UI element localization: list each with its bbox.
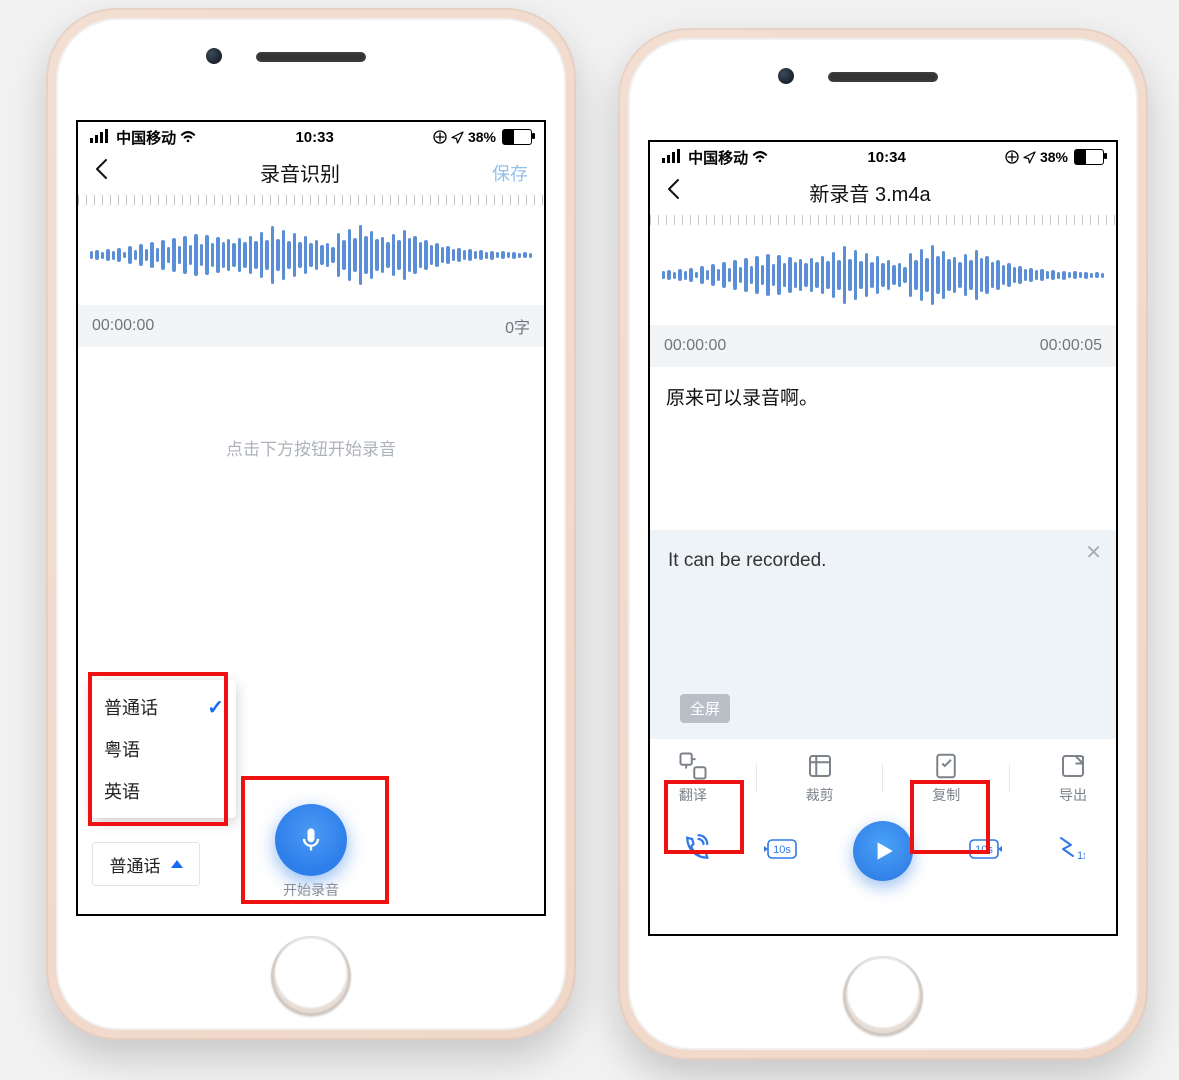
battery-percent: 38% [468,129,496,145]
battery-icon [1074,149,1104,165]
language-option-english[interactable]: 英语 [104,770,224,812]
language-selected-label: 普通话 [110,852,161,877]
carrier-label: 中国移动 [116,130,176,147]
phone-icon [681,834,711,864]
location-icon [1023,151,1036,164]
start-prompt: 点击下方按钮开始录音 [226,435,396,460]
close-icon[interactable]: ✕ [1085,540,1102,565]
language-option-label: 粤语 [104,736,140,762]
speed-icon: 1x [1055,835,1085,863]
translate-icon [678,751,708,781]
status-bar: 中国移动 10:33 38% [78,122,544,152]
nav-bar: 新录音 3.m4a [650,172,1116,215]
nav-bar: 录音识别 保存 [78,152,544,195]
time-ruler [650,215,1116,225]
phone-camera [778,68,794,84]
carrier-label: 中国移动 [688,150,748,167]
fullscreen-button[interactable]: 全屏 [680,694,730,723]
app-screen-record: 中国移动 10:33 38% 录音识别 保 [76,120,546,916]
wifi-icon [752,150,768,167]
rewind-10-button[interactable]: 10s [762,835,802,868]
call-play-button[interactable] [681,834,711,869]
info-bar: 00:00:00 00:00:05 [650,325,1116,367]
battery-percent: 38% [1040,149,1068,165]
forward-10-button[interactable]: 10s [964,835,1004,868]
export-icon [1058,751,1088,781]
status-right: 38% [433,129,532,145]
signal-icon [90,129,108,143]
transcript-text: 原来可以录音啊。 [650,367,1116,410]
tool-translate[interactable]: 翻译 [678,751,708,805]
battery-icon [502,129,532,145]
svg-text:10s: 10s [773,844,791,856]
home-button[interactable] [843,956,923,1036]
phone-camera [206,48,222,64]
tool-label: 翻译 [679,785,707,805]
language-option-cantonese[interactable]: 粤语 [104,728,224,770]
language-popup[interactable]: 普通话 ✓ 粤语 英语 [92,680,236,818]
record-button-label: 开始录音 [283,880,339,900]
elapsed-time: 00:00:00 [92,317,154,335]
duration: 00:00:05 [1040,337,1102,355]
tool-copy[interactable]: 复制 [931,751,961,805]
location-icon [451,131,464,144]
play-button[interactable] [853,821,913,881]
forward-icon: 10s [964,835,1004,863]
waveform [650,225,1116,325]
record-button[interactable] [275,804,347,876]
microphone-icon [297,826,325,854]
language-option-label: 普通话 [104,694,158,720]
svg-text:10s: 10s [975,844,993,856]
phone-speaker [256,52,366,62]
check-icon: ✓ [207,695,224,720]
phone-speaker [828,72,938,82]
language-selector[interactable]: 普通话 [92,842,200,886]
back-button[interactable] [94,158,108,187]
phone-record: 中国移动 10:33 38% 录音识别 保 [46,8,576,1040]
tool-divider [756,764,757,792]
language-option-mandarin[interactable]: 普通话 ✓ [104,686,224,728]
speed-button[interactable]: 1x [1055,835,1085,868]
status-left: 中国移动 [90,127,196,148]
waveform [78,205,544,305]
play-icon [870,838,896,864]
save-button[interactable]: 保存 [492,160,528,186]
tool-divider [882,764,883,792]
phone-playback: 中国移动 10:34 38% 新录音 3.m4a [618,28,1148,1060]
translation-text: It can be recorded. [668,550,826,571]
compass-icon [1005,150,1019,164]
word-count: 0字 [505,314,530,338]
svg-text:1x: 1x [1077,850,1085,862]
tool-label: 裁剪 [806,785,834,805]
status-right: 38% [1005,149,1104,165]
tool-label: 复制 [932,785,960,805]
copy-icon [931,751,961,781]
status-bar: 中国移动 10:34 38% [650,142,1116,172]
translation-panel: It can be recorded. ✕ 全屏 [650,530,1116,739]
status-time: 10:33 [295,129,333,146]
triangle-up-icon [171,860,183,868]
back-button[interactable] [666,178,680,207]
elapsed-time: 00:00:00 [664,337,726,355]
page-title: 新录音 3.m4a [809,178,930,207]
tool-bar: 翻译 裁剪 复制 导出 [650,739,1116,811]
tool-trim[interactable]: 裁剪 [805,751,835,805]
trim-icon [805,751,835,781]
tool-export[interactable]: 导出 [1058,751,1088,805]
tool-divider [1009,764,1010,792]
tool-label: 导出 [1059,785,1087,805]
signal-icon [662,149,680,163]
status-left: 中国移动 [662,147,768,168]
player-bar: 10s 10s 1x [650,811,1116,891]
rewind-icon: 10s [762,835,802,863]
wifi-icon [180,130,196,147]
time-ruler [78,195,544,205]
app-screen-playback: 中国移动 10:34 38% 新录音 3.m4a [648,140,1118,936]
language-option-label: 英语 [104,778,140,804]
compass-icon [433,130,447,144]
page-title: 录音识别 [260,158,340,187]
status-time: 10:34 [867,149,905,166]
home-button[interactable] [271,936,351,1016]
info-bar: 00:00:00 0字 [78,305,544,347]
